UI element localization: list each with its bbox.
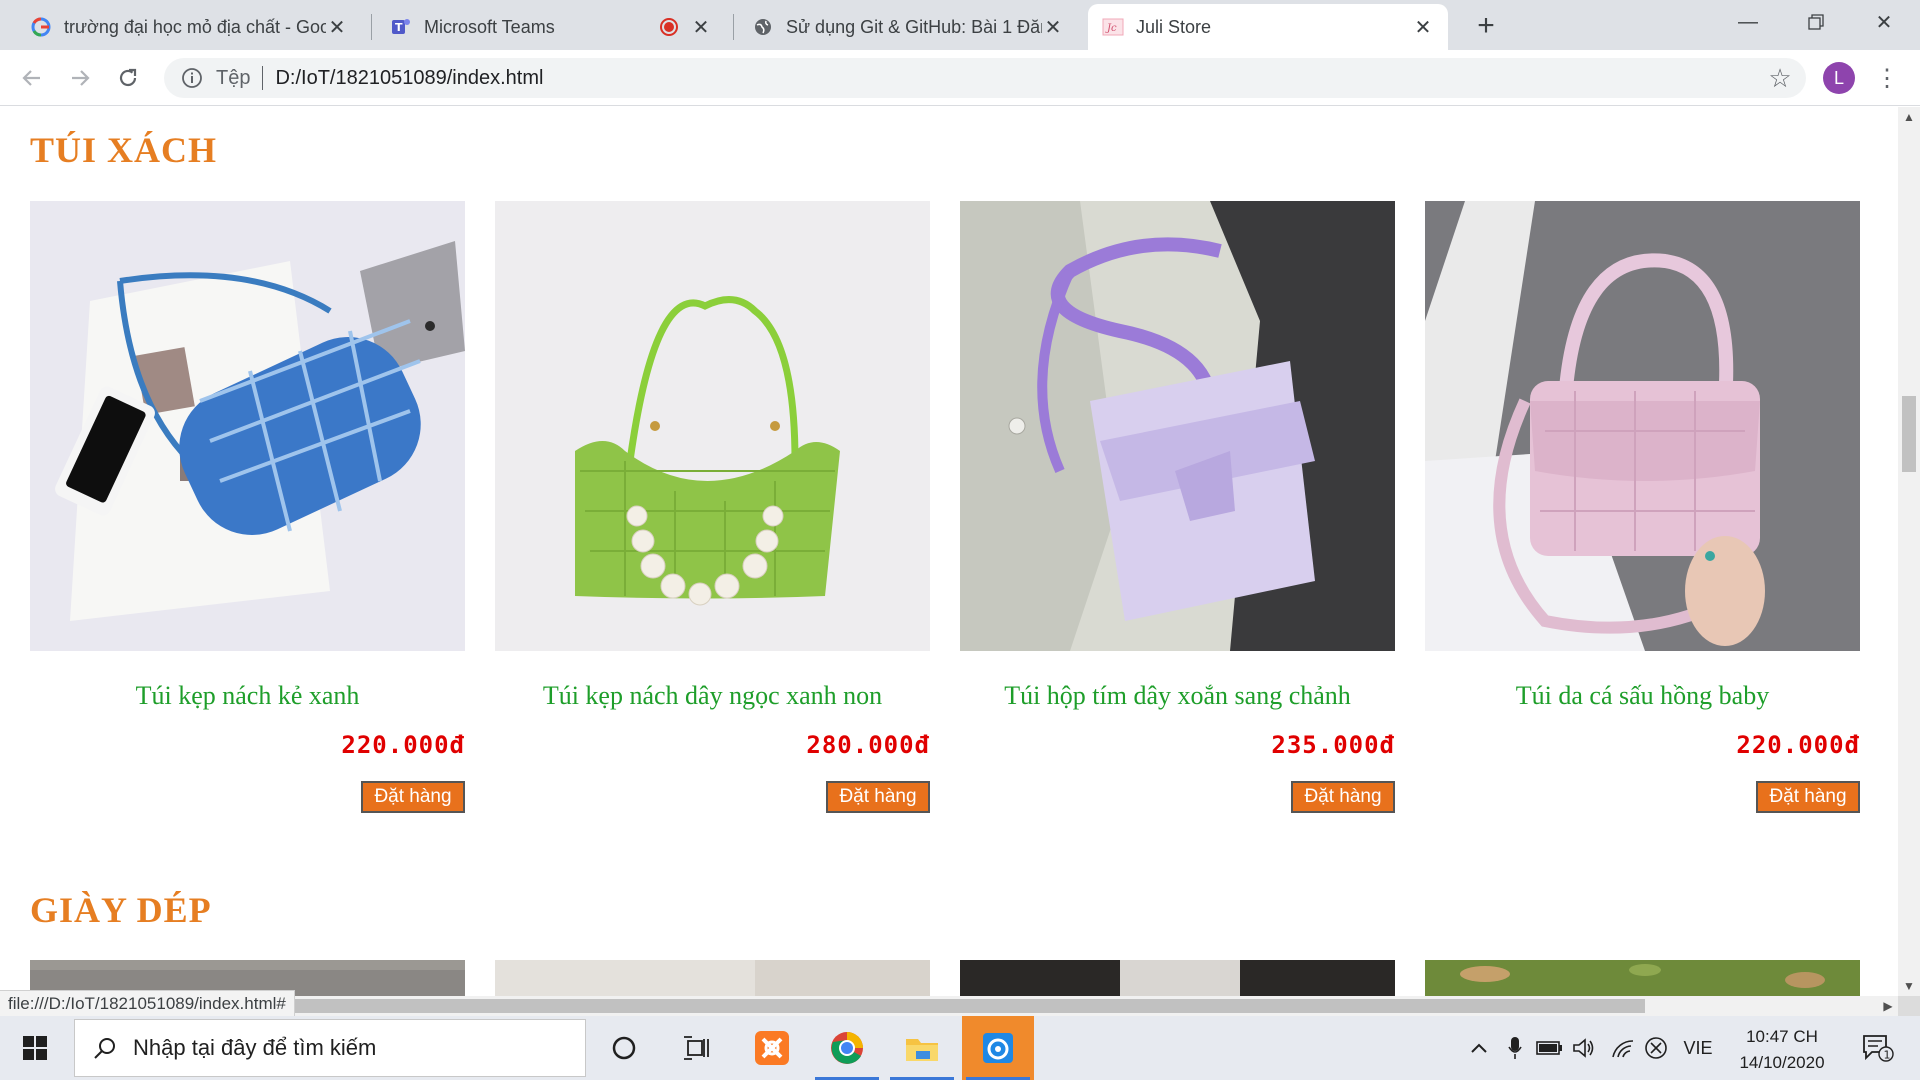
close-icon[interactable]: ✕	[326, 16, 348, 39]
product-image-shoe-photo-4[interactable]	[1425, 960, 1860, 996]
svg-text:T: T	[395, 21, 403, 34]
page-viewport: TÚI XÁCH Túi kẹp nách kẻ xanh 220.000đ Đ…	[0, 107, 1898, 996]
scrollbar-thumb[interactable]	[1902, 396, 1916, 472]
product-card: Túi da cá sấu hồng baby 220.000đ Đặt hàn…	[1425, 201, 1860, 813]
reload-icon[interactable]	[110, 60, 146, 96]
product-price: 235.000đ	[1271, 731, 1395, 759]
close-icon[interactable]: ✕	[690, 16, 712, 39]
tab-title: trường đại học mỏ địa chất - Goo	[64, 16, 326, 37]
file-scheme-label: Tệp	[216, 66, 251, 89]
close-window-button[interactable]: ✕	[1854, 0, 1914, 44]
new-tab-button[interactable]: +	[1468, 8, 1504, 44]
xampp-icon[interactable]	[736, 1016, 808, 1080]
product-card: Túi kẹp nách kẻ xanh 220.000đ Đặt hàng	[30, 201, 465, 813]
order-button[interactable]: Đặt hàng	[361, 781, 465, 813]
chrome-icon[interactable]	[811, 1016, 883, 1080]
tab-divider	[733, 14, 734, 40]
volume-icon[interactable]	[1568, 1016, 1600, 1080]
cortana-icon[interactable]	[588, 1016, 660, 1080]
teams-icon: T	[390, 16, 412, 38]
taskbar-clock[interactable]: 10:47 CH 14/10/2020	[1722, 1024, 1842, 1076]
google-icon	[30, 16, 52, 38]
close-icon[interactable]: ✕	[1042, 16, 1064, 39]
tab-divider	[371, 14, 372, 40]
product-image-blue-plaid-bag[interactable]	[30, 201, 465, 651]
product-card: Túi kẹp nách dây ngọc xanh non 280.000đ …	[495, 201, 930, 813]
tab-title: Microsoft Teams	[424, 16, 555, 37]
windows-taskbar: Nhập tại đây để tìm kiếm VIE 10:47 CH 14…	[0, 1016, 1920, 1080]
close-icon[interactable]: ✕	[1412, 16, 1434, 39]
no-network-icon[interactable]	[1640, 1016, 1672, 1080]
windows-start-icon[interactable]	[0, 1016, 70, 1080]
bookmark-star-icon[interactable]: ☆	[1762, 60, 1798, 96]
language-indicator[interactable]: VIE	[1678, 1016, 1718, 1080]
microphone-icon[interactable]	[1500, 1016, 1530, 1080]
order-button[interactable]: Đặt hàng	[826, 781, 930, 813]
product-name[interactable]: Túi hộp tím dây xoắn sang chảnh	[960, 681, 1395, 715]
tab-title: Juli Store	[1136, 16, 1212, 37]
product-price: 280.000đ	[806, 731, 930, 759]
product-image-green-pearl-bag[interactable]	[495, 201, 930, 651]
product-card: Túi hộp tím dây xoắn sang chảnh 235.000đ…	[960, 201, 1395, 813]
back-arrow-icon[interactable]	[14, 60, 50, 96]
product-name[interactable]: Túi kẹp nách kẻ xanh	[30, 681, 465, 715]
minimize-button[interactable]: —	[1718, 0, 1778, 44]
battery-icon[interactable]	[1534, 1016, 1566, 1080]
tab-google-search[interactable]: trường đại học mỏ địa chất - Goo ✕	[16, 4, 362, 50]
tab-strip: trường đại học mỏ địa chất - Goo ✕ T Mic…	[0, 0, 1920, 50]
chevron-up-icon[interactable]	[1464, 1016, 1494, 1080]
svg-text:Jc: Jc	[1105, 23, 1117, 34]
url-text[interactable]: D:/IoT/1821051089/index.html	[275, 67, 1762, 90]
file-explorer-icon[interactable]	[886, 1016, 958, 1080]
recording-icon	[658, 16, 680, 38]
clock-time: 10:47 CH	[1746, 1027, 1818, 1046]
scroll-up-arrow-icon[interactable]: ▲	[1898, 107, 1920, 127]
search-placeholder: Nhập tại đây để tìm kiếm	[133, 1035, 377, 1060]
clock-date: 14/10/2020	[1739, 1053, 1825, 1072]
app-taskbar-icon[interactable]	[962, 1016, 1034, 1080]
tab-title: Sử dụng Git & GitHub: Bài 1 Đăn	[786, 16, 1042, 37]
order-button[interactable]: Đặt hàng	[1756, 781, 1860, 813]
tab-juli-store[interactable]: Jc Juli Store ✕	[1088, 4, 1448, 50]
product-image-pink-croc-bag[interactable]	[1425, 201, 1860, 651]
info-icon[interactable]	[178, 64, 206, 92]
scrollbar-corner	[1898, 996, 1920, 1016]
vertical-scrollbar[interactable]: ▲ ▼	[1898, 107, 1920, 996]
product-price: 220.000đ	[1736, 731, 1860, 759]
profile-avatar[interactable]: L	[1823, 62, 1855, 94]
scroll-down-arrow-icon[interactable]: ▼	[1898, 976, 1920, 996]
task-view-icon[interactable]	[660, 1016, 732, 1080]
product-name[interactable]: Túi kẹp nách dây ngọc xanh non	[495, 681, 930, 715]
product-image-shoe-photo-3[interactable]	[960, 960, 1395, 996]
scroll-right-arrow-icon[interactable]: ▶	[1878, 996, 1898, 1016]
globe-icon	[752, 16, 774, 38]
status-url-bubble: file:///D:/IoT/1821051089/index.html#	[0, 990, 295, 1016]
restore-button[interactable]	[1786, 0, 1846, 44]
tab-git-github[interactable]: Sử dụng Git & GitHub: Bài 1 Đăn ✕	[738, 4, 1078, 50]
taskbar-search-box[interactable]: Nhập tại đây để tìm kiếm	[74, 1019, 586, 1077]
product-price: 220.000đ	[341, 731, 465, 759]
search-icon	[93, 1036, 117, 1060]
section-title-shoes: GIÀY DÉP	[30, 890, 212, 930]
omnibox-divider	[262, 66, 264, 90]
product-image-purple-box-bag[interactable]	[960, 201, 1395, 651]
product-image-shoe-photo-2[interactable]	[495, 960, 930, 996]
notification-count: 1	[1884, 1049, 1891, 1062]
store-favicon: Jc	[1102, 16, 1124, 38]
address-bar[interactable]: Tệp D:/IoT/1821051089/index.html ☆	[164, 58, 1806, 98]
more-menu-icon[interactable]: ⋮	[1872, 60, 1902, 96]
notification-center-icon[interactable]: 1	[1854, 1016, 1902, 1080]
order-button[interactable]: Đặt hàng	[1291, 781, 1395, 813]
section-title-bags: TÚI XÁCH	[30, 130, 218, 170]
tab-microsoft-teams[interactable]: T Microsoft Teams ✕	[376, 4, 726, 50]
product-name[interactable]: Túi da cá sấu hồng baby	[1425, 681, 1860, 715]
wifi-icon[interactable]	[1608, 1016, 1640, 1080]
forward-arrow-icon[interactable]	[62, 60, 98, 96]
